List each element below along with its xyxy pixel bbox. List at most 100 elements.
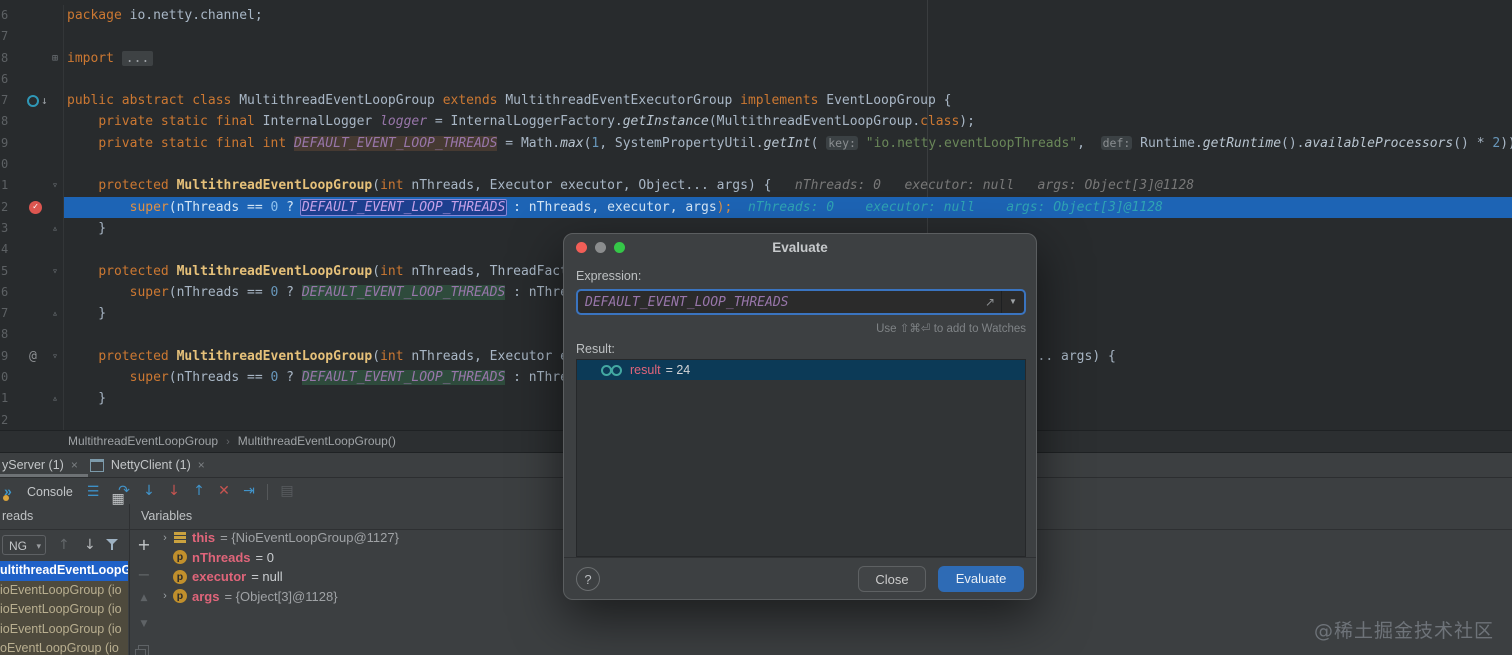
- close-icon[interactable]: ×: [198, 458, 205, 472]
- code-line[interactable]: 9 private static final int DEFAULT_EVENT…: [0, 132, 1512, 155]
- code-line[interactable]: 0: [0, 154, 1512, 176]
- fold-close-icon[interactable]: ▵: [52, 388, 58, 409]
- result-value: = 24: [665, 363, 691, 377]
- evaluate-expression-icon[interactable]: ▦: [111, 487, 124, 507]
- line-number: 8: [1, 327, 9, 342]
- expand-editor-icon[interactable]: ↗: [985, 295, 995, 309]
- tab-netty-server[interactable]: yServer (1) ×: [0, 453, 88, 477]
- frames-panel-header[interactable]: reads: [2, 509, 33, 523]
- line-number: 4: [1, 242, 9, 257]
- tab-console[interactable]: Console: [27, 485, 73, 499]
- fold-open-icon[interactable]: ▿: [52, 346, 58, 367]
- stack-frame-item[interactable]: ioEventLoopGroup (io: [0, 580, 128, 601]
- close-window-icon[interactable]: [576, 242, 587, 253]
- variable-value: = 0: [255, 549, 274, 565]
- remove-watch-icon[interactable]: −: [135, 565, 153, 584]
- frames-list: ultithreadEventLoopG ioEventLoopGroup (io…: [0, 561, 128, 655]
- code-line[interactable]: 6: [0, 68, 1512, 91]
- gutter: 8 ⊞: [0, 47, 64, 69]
- panel-divider[interactable]: [129, 504, 130, 655]
- variable-name: args: [192, 588, 220, 604]
- line-number: 3: [1, 220, 9, 235]
- variable-name: nThreads: [192, 549, 251, 565]
- expression-value[interactable]: DEFAULT_EVENT_LOOP_THREADS: [578, 295, 985, 310]
- breadcrumb-method[interactable]: MultithreadEventLoopGroup(): [238, 434, 396, 448]
- code-text: super(nThreads == 0 ? DEFAULT_EVENT_LOOP…: [129, 198, 1163, 216]
- fold-close-icon[interactable]: ▵: [52, 303, 58, 324]
- fold-expand-icon[interactable]: ⊞: [52, 48, 58, 69]
- move-watch-down-icon[interactable]: ▼: [135, 619, 153, 629]
- dialog-footer: ? Close Evaluate: [564, 557, 1036, 600]
- expand-chevron-icon[interactable]: ›: [158, 590, 172, 602]
- breakpoint-icon[interactable]: ✓: [29, 200, 42, 214]
- breadcrumb-class[interactable]: MultithreadEventLoopGroup: [68, 434, 218, 448]
- minimize-window-icon[interactable]: [595, 242, 606, 253]
- stack-frame-item[interactable]: ultithreadEventLoopG: [0, 561, 128, 581]
- stack-frame-item[interactable]: oEventLoopGroup (io: [0, 639, 128, 655]
- add-watch-icon[interactable]: +: [135, 535, 153, 554]
- gutter: 6: [0, 68, 64, 91]
- next-frame-icon[interactable]: ↓: [84, 535, 96, 555]
- thread-selector-dropdown[interactable]: NG ▾: [2, 535, 46, 555]
- variable-row[interactable]: p nThreads = 0: [158, 548, 399, 568]
- dialog-title: Evaluate: [772, 240, 828, 255]
- variables-panel-header[interactable]: Variables: [141, 509, 192, 523]
- variable-row[interactable]: p executor = null: [158, 567, 399, 587]
- expression-history-dropdown-icon[interactable]: ▼: [1001, 291, 1024, 313]
- code-text: private static final int DEFAULT_EVENT_L…: [98, 135, 1512, 151]
- close-icon[interactable]: ×: [71, 458, 78, 472]
- gutter: 1 ▵: [0, 388, 64, 410]
- expression-input[interactable]: DEFAULT_EVENT_LOOP_THREADS ↗ ▼: [576, 289, 1026, 315]
- result-tree[interactable]: result = 24: [576, 359, 1026, 557]
- stack-frame-item[interactable]: ioEventLoopGroup (io: [0, 600, 128, 620]
- implemented-marker-arrow-icon: ↓: [41, 94, 48, 108]
- prev-frame-icon[interactable]: ↑: [58, 535, 70, 555]
- duplicate-watch-icon[interactable]: [135, 645, 149, 655]
- code-line[interactable]: 7: [0, 26, 1512, 48]
- execution-line[interactable]: 2 ✓ super(nThreads == 0 ? DEFAULT_EVENT_L…: [0, 196, 1512, 218]
- ide-window: 6 package io.netty.channel; 7 8 ⊞ import ... 6…: [0, 0, 1512, 655]
- move-watch-up-icon[interactable]: ▲: [135, 593, 153, 603]
- line-number: 8: [1, 50, 9, 65]
- force-step-into-icon[interactable]: ↓: [161, 479, 186, 504]
- gutter: 2 ✓: [0, 196, 64, 218]
- code-line[interactable]: 8 ⊞ import ...: [0, 47, 1512, 69]
- dialog-titlebar[interactable]: Evaluate: [564, 234, 1036, 261]
- variable-name: this: [192, 530, 216, 546]
- parameter-icon: p: [173, 550, 187, 565]
- line-number: 2: [1, 199, 9, 214]
- code-line[interactable]: 6 package io.netty.channel;: [0, 5, 1512, 27]
- result-row[interactable]: result = 24: [577, 360, 1025, 380]
- stack-frame-item[interactable]: ioEventLoopGroup (io: [0, 619, 128, 640]
- variable-row[interactable]: › this = {NioEventLoopGroup@1127}: [158, 528, 399, 548]
- implemented-marker-icon[interactable]: [27, 95, 39, 108]
- code-line[interactable]: 7 ↓ public abstract class MultithreadEvent…: [0, 90, 1512, 112]
- close-button[interactable]: Close: [858, 566, 926, 592]
- help-button[interactable]: ?: [576, 567, 600, 591]
- tab-netty-client[interactable]: NettyClient (1) ×: [88, 453, 215, 477]
- step-out-icon[interactable]: ↑: [186, 479, 211, 504]
- evaluate-button[interactable]: Evaluate: [938, 566, 1024, 592]
- fold-close-icon[interactable]: ▵: [52, 218, 58, 239]
- variable-row[interactable]: › p args = {Object[3]@1128}: [158, 587, 399, 607]
- variables-tree: › this = {NioEventLoopGroup@1127} p nThreads…: [158, 528, 399, 606]
- debug-toolbar: » Console ☰ ↷ ↓ ↓ ↑ ✕ ⇥ ▦ ▤: [0, 479, 299, 507]
- expand-chevron-icon[interactable]: ›: [158, 532, 172, 544]
- fold-open-icon[interactable]: ▿: [52, 175, 58, 196]
- code-line[interactable]: 1 ▿ protected MultithreadEventLoopGroup(i…: [0, 175, 1512, 197]
- layout-settings-icon[interactable]: ▤: [274, 479, 299, 504]
- line-number: 7: [1, 93, 9, 108]
- step-into-icon[interactable]: ↓: [136, 479, 161, 504]
- restore-layout-icon[interactable]: ☰: [87, 483, 100, 500]
- expression-label: Expression:: [576, 269, 642, 283]
- gutter: 7 ↓: [0, 90, 64, 112]
- zoom-window-icon[interactable]: [614, 242, 625, 253]
- run-to-cursor-icon[interactable]: ⇥: [236, 479, 261, 504]
- hide-library-frames-filter-icon[interactable]: [106, 539, 118, 551]
- code-line[interactable]: 8 private static final InternalLogger lo…: [0, 111, 1512, 133]
- fold-open-icon[interactable]: ▿: [52, 261, 58, 282]
- window-icon: [89, 458, 104, 472]
- line-number: 2: [1, 412, 9, 427]
- drop-frame-icon[interactable]: ✕: [211, 479, 236, 504]
